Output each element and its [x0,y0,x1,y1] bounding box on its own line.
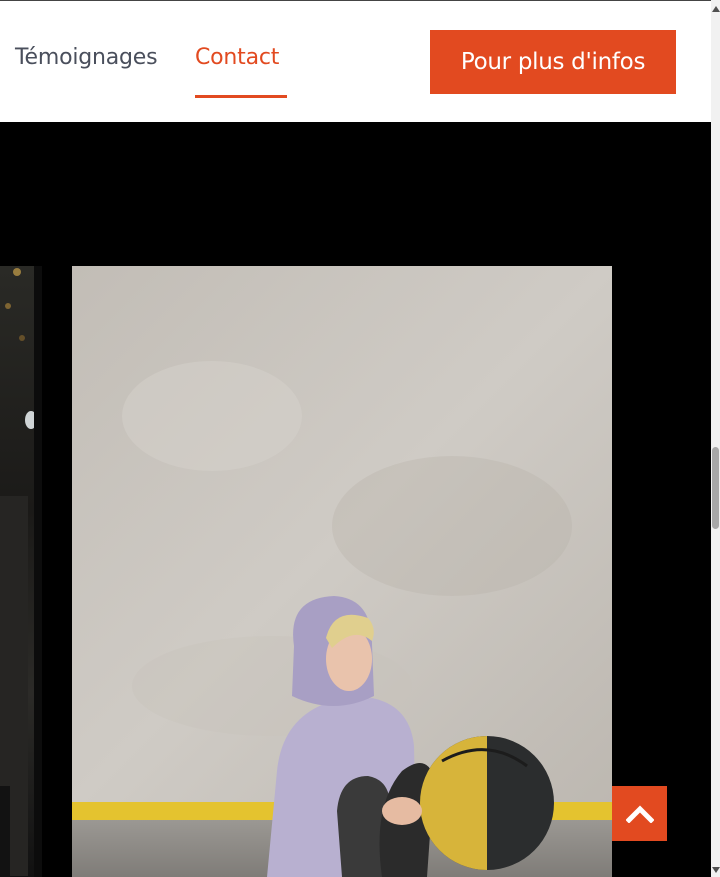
more-info-button[interactable]: Pour plus d'infos [430,30,676,94]
scroll-up-arrow-icon[interactable] [712,6,720,12]
woman-hoodie-medicine-ball-photo [72,266,612,877]
gym-interior-photo [0,266,42,877]
site-header: Témoignages Contact Pour plus d'infos [0,0,711,122]
carousel-slide-previous[interactable] [0,266,42,877]
nav-link-contact[interactable]: Contact [195,45,279,70]
scroll-thumb[interactable] [712,447,719,529]
scroll-down-arrow-icon[interactable] [712,867,720,873]
back-to-top-button[interactable] [612,786,667,841]
nav-link-temoignages[interactable]: Témoignages [15,45,158,70]
chevron-up-icon [625,804,654,823]
nav-active-underline [195,95,287,98]
page-scrollbar[interactable] [711,0,720,877]
carousel-slide-main[interactable] [72,266,612,877]
